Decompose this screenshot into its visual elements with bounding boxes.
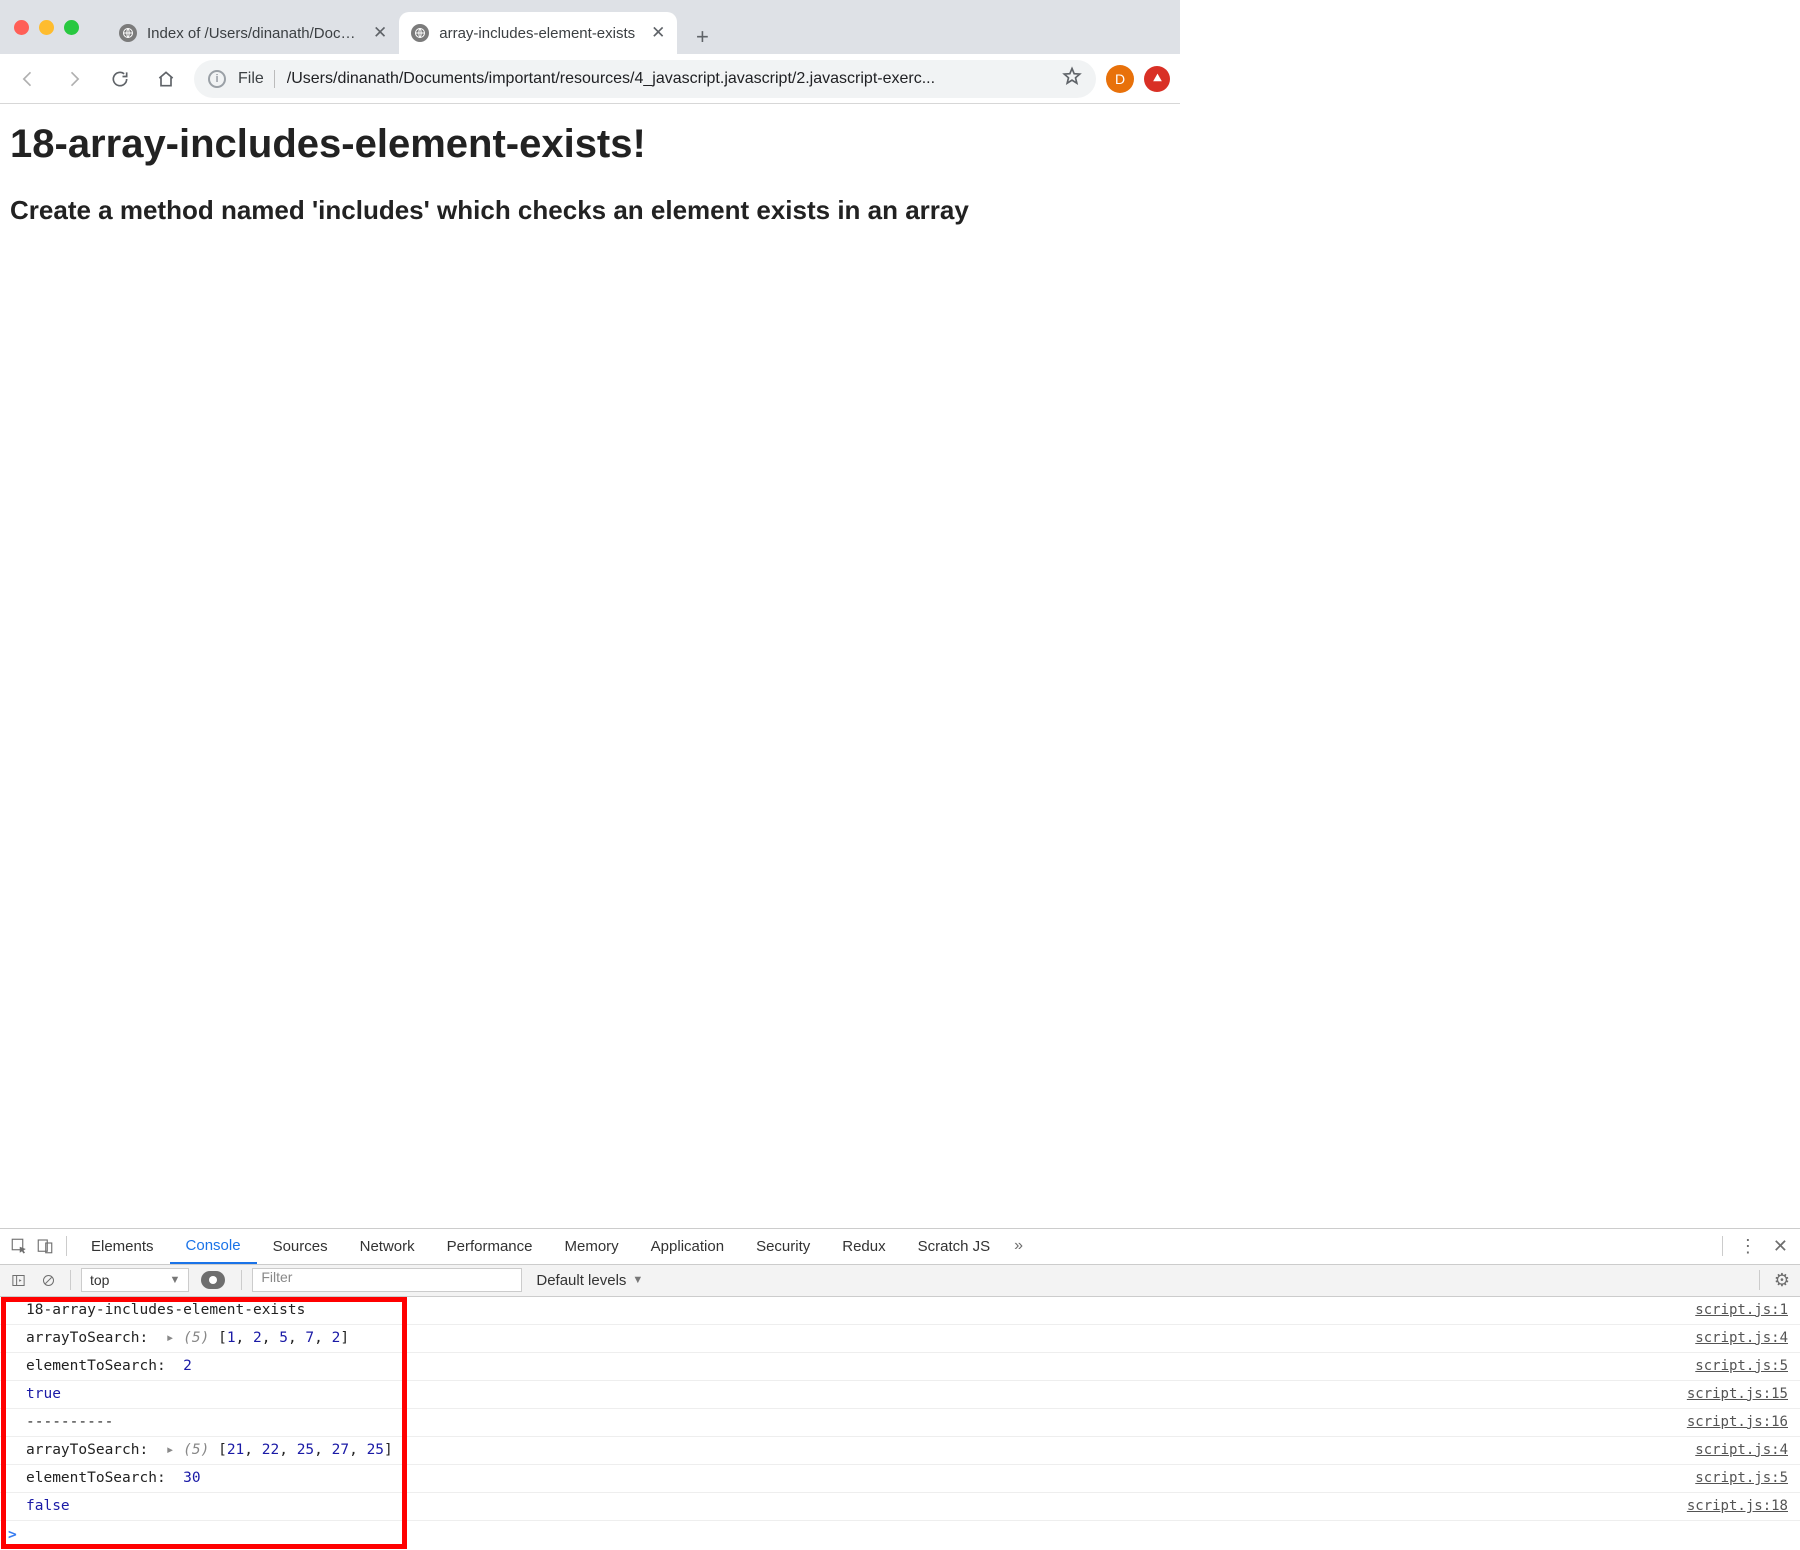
separator bbox=[66, 1236, 67, 1256]
home-button[interactable] bbox=[148, 61, 184, 97]
maximize-window-button[interactable] bbox=[64, 20, 79, 35]
back-button[interactable] bbox=[10, 61, 46, 97]
prompt-glyph: > bbox=[8, 1525, 17, 1546]
devtools-close-button[interactable]: ✕ bbox=[1765, 1236, 1794, 1257]
inspect-element-icon[interactable] bbox=[6, 1233, 32, 1259]
console-message: 18-array-includes-element-exists bbox=[26, 1300, 1695, 1321]
window-controls bbox=[14, 20, 79, 35]
devtools-menu-button[interactable]: ⋮ bbox=[1731, 1236, 1765, 1257]
separator bbox=[70, 1270, 71, 1290]
console-message: ---------- bbox=[26, 1412, 1687, 1433]
devtools-tab-sources[interactable]: Sources bbox=[257, 1229, 344, 1264]
filter-placeholder: Filter bbox=[261, 1269, 292, 1285]
console-message: arrayToSearch: ▸ (5) [1, 2, 5, 7, 2] bbox=[26, 1328, 1695, 1349]
site-info-icon[interactable]: i bbox=[208, 70, 226, 88]
devtools-tab-security[interactable]: Security bbox=[740, 1229, 826, 1264]
console-source-link[interactable]: script.js:4 bbox=[1695, 1328, 1788, 1348]
console-row: falsescript.js:18 bbox=[0, 1493, 1800, 1521]
bookmark-star-icon[interactable] bbox=[1062, 66, 1082, 91]
globe-icon bbox=[411, 24, 429, 42]
console-message: elementToSearch: 2 bbox=[26, 1356, 1695, 1377]
console-source-link[interactable]: script.js:16 bbox=[1687, 1412, 1788, 1432]
device-toolbar-icon[interactable] bbox=[32, 1233, 58, 1259]
tab-strip: Index of /Users/dinanath/Docum ✕ array-i… bbox=[107, 0, 719, 54]
context-selector[interactable]: top ▼ bbox=[81, 1268, 189, 1292]
console-row: 18-array-includes-element-existsscript.j… bbox=[0, 1297, 1800, 1325]
chevron-down-icon: ▼ bbox=[169, 1274, 180, 1286]
close-window-button[interactable] bbox=[14, 20, 29, 35]
overflow-glyph: » bbox=[1014, 1237, 1023, 1254]
console-row: truescript.js:15 bbox=[0, 1381, 1800, 1409]
close-tab-icon[interactable]: ✕ bbox=[651, 23, 665, 43]
page-subheading: Create a method named 'includes' which c… bbox=[10, 195, 1170, 226]
live-expression-icon[interactable] bbox=[201, 1271, 225, 1289]
devtools-tab-memory[interactable]: Memory bbox=[549, 1229, 635, 1264]
tab-active[interactable]: array-includes-element-exists ✕ bbox=[399, 12, 677, 54]
console-row: arrayToSearch: ▸ (5) [1, 2, 5, 7, 2]scri… bbox=[0, 1325, 1800, 1353]
devtools-tab-application[interactable]: Application bbox=[635, 1229, 740, 1264]
context-label: top bbox=[90, 1272, 109, 1288]
close-tab-icon[interactable]: ✕ bbox=[373, 23, 387, 43]
console-row: arrayToSearch: ▸ (5) [21, 22, 25, 27, 25… bbox=[0, 1437, 1800, 1465]
tab-title: array-includes-element-exists bbox=[439, 25, 635, 42]
console-row: elementToSearch: 30script.js:5 bbox=[0, 1465, 1800, 1493]
console-source-link[interactable]: script.js:15 bbox=[1687, 1384, 1788, 1404]
devtools-overflow-button[interactable]: » bbox=[1006, 1237, 1031, 1255]
console-message: elementToSearch: 30 bbox=[26, 1468, 1695, 1489]
url-scheme-label: File bbox=[238, 70, 275, 88]
extension-badge[interactable] bbox=[1144, 66, 1170, 92]
separator bbox=[1722, 1236, 1723, 1256]
devtools-tab-network[interactable]: Network bbox=[344, 1229, 431, 1264]
console-prompt[interactable]: > bbox=[0, 1521, 1800, 1550]
devtools-tab-scratch-js[interactable]: Scratch JS bbox=[902, 1229, 1007, 1264]
chevron-down-icon: ▼ bbox=[632, 1274, 643, 1286]
page-heading: 18-array-includes-element-exists! bbox=[10, 122, 1170, 167]
log-levels-selector[interactable]: Default levels ▼ bbox=[528, 1272, 651, 1289]
settings-gear-icon[interactable]: ⚙ bbox=[1770, 1270, 1794, 1291]
console-source-link[interactable]: script.js:5 bbox=[1695, 1356, 1788, 1376]
console-message: true bbox=[26, 1384, 1687, 1405]
reload-button[interactable] bbox=[102, 61, 138, 97]
toggle-sidebar-icon[interactable] bbox=[6, 1268, 30, 1292]
forward-button[interactable] bbox=[56, 61, 92, 97]
avatar-initial: D bbox=[1115, 71, 1125, 87]
console-row: ----------script.js:16 bbox=[0, 1409, 1800, 1437]
address-bar[interactable]: i File /Users/dinanath/Documents/importa… bbox=[194, 60, 1096, 98]
minimize-window-button[interactable] bbox=[39, 20, 54, 35]
tab-title: Index of /Users/dinanath/Docum bbox=[147, 25, 357, 42]
clear-console-icon[interactable] bbox=[36, 1268, 60, 1292]
browser-chrome: Index of /Users/dinanath/Docum ✕ array-i… bbox=[0, 0, 1180, 104]
console-source-link[interactable]: script.js:18 bbox=[1687, 1496, 1788, 1516]
url-text: /Users/dinanath/Documents/important/reso… bbox=[287, 70, 1050, 88]
console-toolbar: top ▼ Filter Default levels ▼ ⚙ bbox=[0, 1265, 1800, 1297]
separator bbox=[241, 1270, 242, 1290]
console-source-link[interactable]: script.js:1 bbox=[1695, 1300, 1788, 1320]
new-tab-button[interactable]: + bbox=[685, 20, 719, 54]
devtools-tab-redux[interactable]: Redux bbox=[826, 1229, 901, 1264]
browser-toolbar: i File /Users/dinanath/Documents/importa… bbox=[0, 54, 1180, 104]
console-row: elementToSearch: 2script.js:5 bbox=[0, 1353, 1800, 1381]
console-message: arrayToSearch: ▸ (5) [21, 22, 25, 27, 25… bbox=[26, 1440, 1695, 1461]
devtools-tab-elements[interactable]: Elements bbox=[75, 1229, 170, 1264]
console-source-link[interactable]: script.js:5 bbox=[1695, 1468, 1788, 1488]
devtools-tab-console[interactable]: Console bbox=[170, 1229, 257, 1264]
console-output: 18-array-includes-element-existsscript.j… bbox=[0, 1297, 1800, 1550]
levels-label: Default levels bbox=[536, 1272, 626, 1289]
filter-input[interactable]: Filter bbox=[252, 1268, 522, 1292]
titlebar: Index of /Users/dinanath/Docum ✕ array-i… bbox=[0, 0, 1180, 54]
globe-icon bbox=[119, 24, 137, 42]
tab-inactive[interactable]: Index of /Users/dinanath/Docum ✕ bbox=[107, 12, 399, 54]
console-message: false bbox=[26, 1496, 1687, 1517]
devtools-tabbar: ElementsConsoleSourcesNetworkPerformance… bbox=[0, 1229, 1800, 1265]
devtools-panel: ElementsConsoleSourcesNetworkPerformance… bbox=[0, 1228, 1800, 1550]
separator bbox=[1759, 1270, 1760, 1290]
devtools-tab-performance[interactable]: Performance bbox=[431, 1229, 549, 1264]
console-source-link[interactable]: script.js:4 bbox=[1695, 1440, 1788, 1460]
page-content: 18-array-includes-element-exists! Create… bbox=[0, 104, 1180, 244]
profile-avatar[interactable]: D bbox=[1106, 65, 1134, 93]
